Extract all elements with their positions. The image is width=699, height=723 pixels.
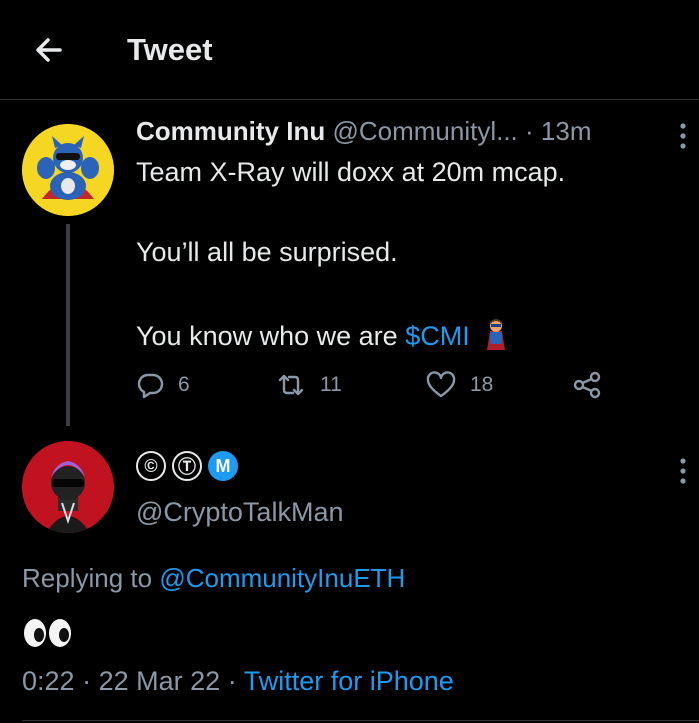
share-icon bbox=[573, 371, 601, 399]
copyright-badge: © bbox=[136, 451, 166, 481]
tweet-timestamp[interactable]: 0:22 bbox=[22, 666, 75, 696]
eyes-emoji-icon bbox=[22, 618, 74, 648]
thread-line bbox=[66, 224, 70, 426]
reply-icon bbox=[137, 373, 164, 399]
divider bbox=[22, 720, 699, 721]
superhero-emoji-icon bbox=[487, 319, 506, 350]
reply-author-handle[interactable]: @CryptoTalkMan bbox=[136, 497, 343, 528]
tweet-time[interactable]: 13m bbox=[541, 116, 592, 146]
top-bar: Tweet bbox=[0, 0, 699, 100]
replying-to-mention[interactable]: @CommunityInuETH bbox=[159, 563, 405, 593]
back-arrow-icon[interactable] bbox=[30, 30, 70, 70]
author-name[interactable]: Community Inu bbox=[136, 116, 325, 146]
tweet-text-segment: You know who we are bbox=[136, 321, 398, 351]
replying-to-line: Replying to @CommunityInuETH bbox=[22, 563, 405, 594]
tweet-text-line: You’ll all be surprised. bbox=[136, 237, 398, 267]
tweet-actions: 6 11 18 bbox=[136, 365, 616, 405]
heart-icon bbox=[426, 371, 456, 398]
tweet-source-link[interactable]: Twitter for iPhone bbox=[244, 666, 454, 696]
tweet-date[interactable]: 22 Mar 22 bbox=[99, 666, 221, 696]
retweet-icon bbox=[278, 374, 304, 396]
cryptotalkman-avatar[interactable] bbox=[22, 441, 114, 533]
tweet-meta: 0:22 · 22 Mar 22 · Twitter for iPhone bbox=[22, 666, 454, 697]
retweet-button[interactable]: 11 bbox=[276, 365, 342, 405]
cashtag-link[interactable]: $CMI bbox=[405, 321, 470, 351]
like-button[interactable]: 18 bbox=[426, 365, 493, 405]
circled-m-badge: M bbox=[208, 451, 238, 481]
share-button[interactable] bbox=[572, 365, 602, 405]
tweet-text-line: Team X-Ray will doxx at 20m mcap. bbox=[136, 157, 566, 187]
tweet-text-line: You know who we are $CMI bbox=[136, 317, 511, 352]
time-separator: · bbox=[525, 116, 534, 146]
reply-button[interactable]: 6 bbox=[136, 365, 190, 405]
page-title: Tweet bbox=[127, 32, 213, 67]
retweet-count: 11 bbox=[320, 373, 342, 396]
community-inu-avatar[interactable] bbox=[22, 124, 114, 216]
meta-separator: · bbox=[82, 666, 92, 696]
like-count: 18 bbox=[470, 373, 494, 396]
tweet-author-row: Community Inu @Communityl... · 13m bbox=[136, 116, 592, 147]
replying-to-label: Replying to bbox=[22, 563, 153, 593]
author-handle[interactable]: @Communityl... bbox=[332, 116, 517, 146]
circled-t-badge: Ⓣ bbox=[172, 451, 202, 481]
reply-count: 6 bbox=[178, 373, 190, 396]
more-options-icon[interactable] bbox=[672, 120, 694, 152]
meta-separator: · bbox=[227, 666, 237, 696]
display-name-badges[interactable]: © Ⓣ M bbox=[136, 451, 238, 485]
more-options-icon[interactable] bbox=[672, 455, 694, 487]
